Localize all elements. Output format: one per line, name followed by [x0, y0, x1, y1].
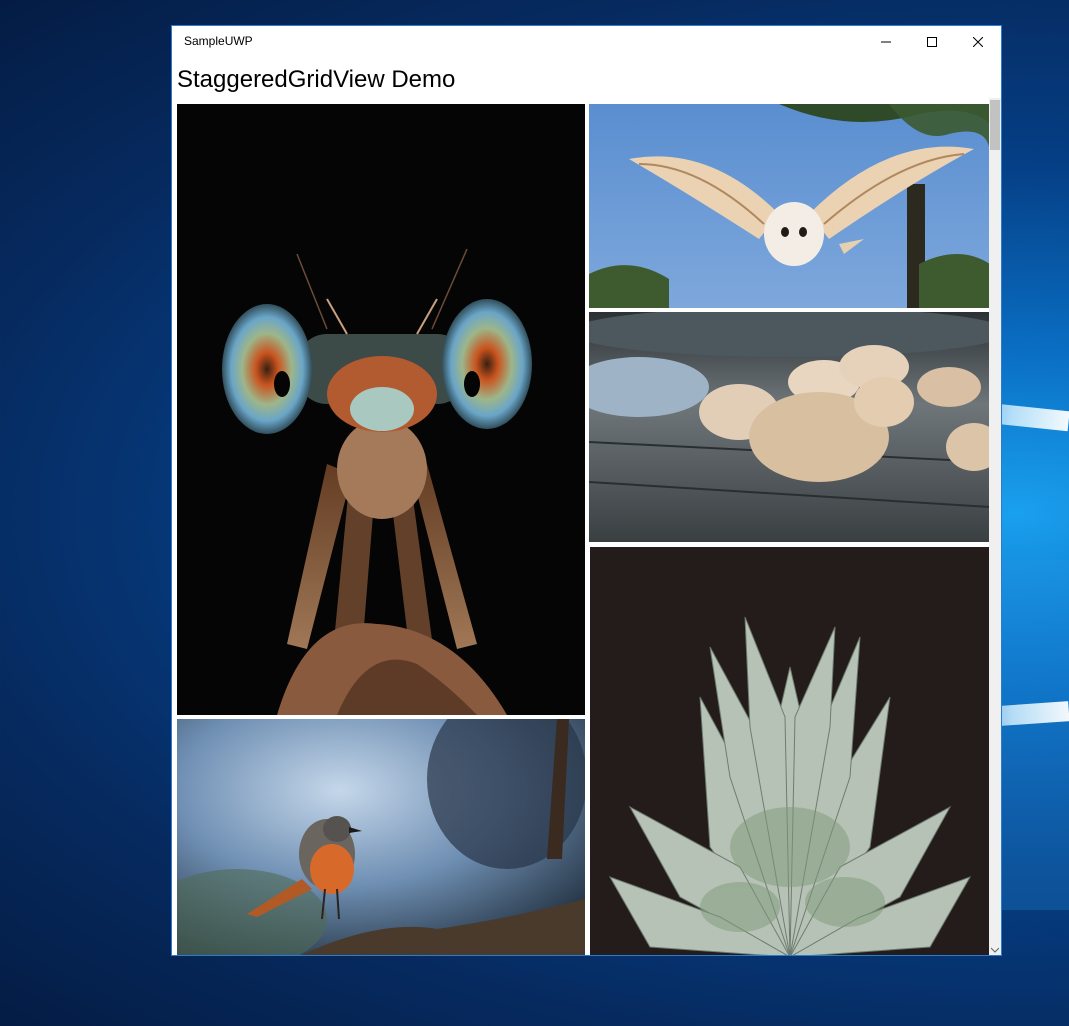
damselfly-image: [177, 104, 585, 715]
close-icon: [973, 36, 983, 47]
title-bar[interactable]: SampleUWP: [172, 26, 1001, 57]
gallery-item-seashells[interactable]: [589, 312, 990, 542]
gallery-item-barn-owl[interactable]: [589, 104, 990, 308]
redstart-bird-image: [177, 719, 585, 955]
gallery-item-redstart-bird[interactable]: [177, 719, 585, 955]
scroll-down-button[interactable]: [989, 944, 1001, 955]
desktop-light-pane: [1002, 560, 1069, 910]
close-button[interactable]: [955, 26, 1001, 57]
vertical-scrollbar[interactable]: [989, 98, 1001, 955]
gallery-item-pineapple[interactable]: [590, 547, 990, 955]
seashells-image: [589, 312, 990, 542]
chevron-down-icon: [991, 947, 999, 953]
gallery-item-damselfly[interactable]: [177, 104, 585, 715]
app-title: SampleUWP: [184, 34, 253, 48]
minimize-button[interactable]: [863, 26, 909, 57]
staggered-grid[interactable]: [177, 104, 990, 955]
page-title: StaggeredGridView Demo: [177, 66, 456, 93]
pineapple-image: [590, 547, 990, 955]
app-window: SampleUWP StaggeredGridView Demo: [171, 25, 1002, 956]
maximize-icon: [927, 36, 937, 47]
barn-owl-image: [589, 104, 990, 308]
maximize-button[interactable]: [909, 26, 955, 57]
scroll-thumb[interactable]: [990, 100, 1000, 150]
minimize-icon: [881, 41, 891, 42]
